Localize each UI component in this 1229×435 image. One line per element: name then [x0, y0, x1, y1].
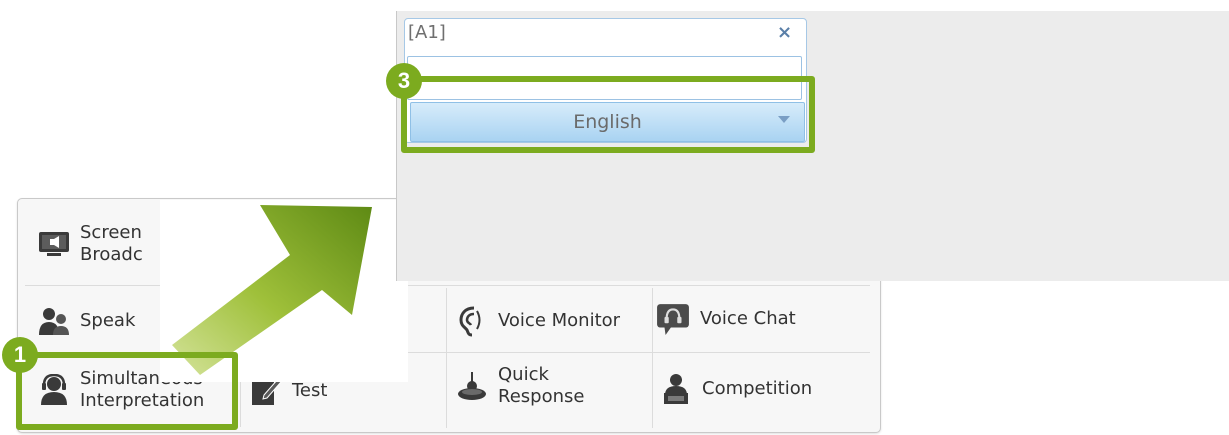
quick-response-label-1: Quick	[498, 364, 549, 385]
voice-monitor-button[interactable]: Voice Monitor	[456, 305, 620, 337]
quick-response-label-2: Response	[498, 386, 585, 407]
ear-icon	[459, 306, 481, 337]
podium-person-icon	[664, 374, 688, 404]
chat-bubble-icon	[657, 304, 689, 335]
quick-response-button[interactable]: Quick Response	[456, 364, 584, 408]
screen-broadcast-button[interactable]: Screen Broadc	[38, 222, 143, 266]
close-icon[interactable]: ×	[777, 22, 792, 43]
speak-label: Speak	[80, 310, 136, 331]
voice-chat-button[interactable]: Voice Chat	[656, 302, 796, 336]
step-3-badge: 3	[386, 63, 422, 99]
buzzer-icon	[458, 372, 486, 400]
highlight-simultaneous	[16, 352, 238, 430]
people-speak-icon	[39, 308, 69, 335]
voice-monitor-label: Voice Monitor	[498, 310, 621, 331]
voice-chat-label: Voice Chat	[700, 308, 796, 329]
highlight-language-select	[401, 76, 815, 153]
toolbar-divider	[652, 288, 653, 428]
toolbar-divider	[25, 285, 870, 286]
toolbar-divider	[446, 288, 447, 428]
monitor-speaker-icon	[39, 232, 69, 256]
screen-broadcast-label-2: Broadc	[80, 244, 143, 265]
competition-label: Competition	[702, 378, 813, 399]
competition-button[interactable]: Competition	[660, 373, 812, 405]
channel-title: [A1]	[408, 22, 446, 43]
step-1-badge: 1	[2, 337, 38, 373]
screen-broadcast-label-1: Screen	[80, 222, 142, 243]
speak-button[interactable]: Speak	[38, 305, 135, 337]
